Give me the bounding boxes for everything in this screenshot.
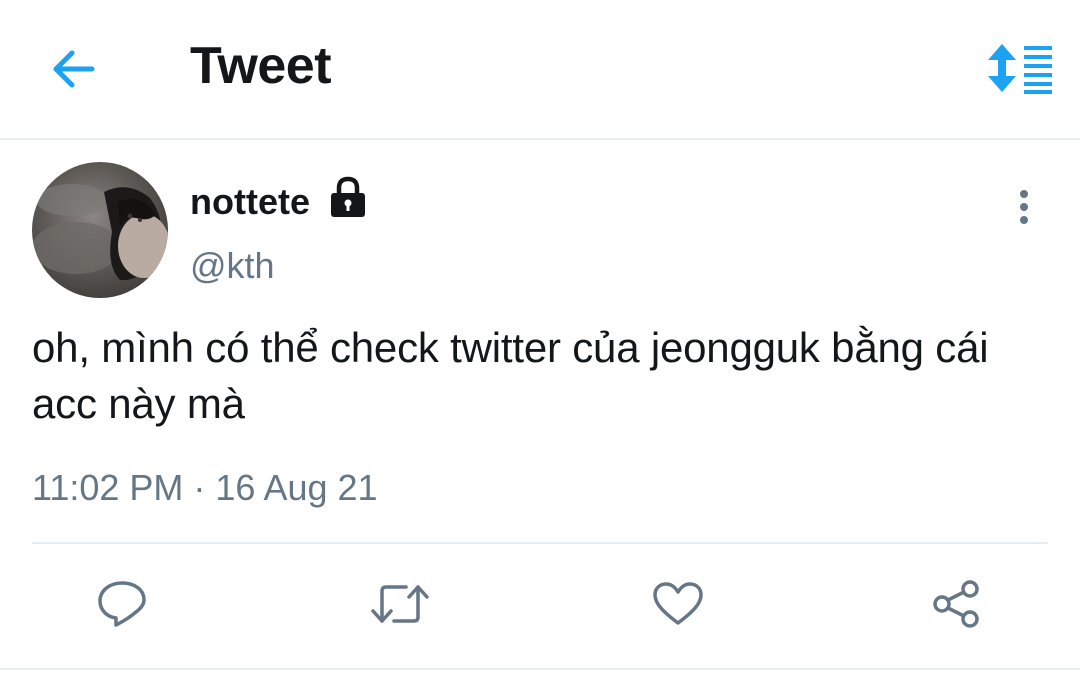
retweet-icon (371, 585, 429, 623)
retweet-button[interactable] (370, 574, 430, 634)
top-bar: Tweet (0, 0, 1080, 140)
username-handle[interactable]: @kth (190, 244, 275, 288)
share-icon (933, 580, 979, 628)
sort-lines-icon (988, 44, 1052, 94)
avatar[interactable] (32, 162, 168, 298)
page-title: Tweet (190, 37, 332, 95)
reply-icon (98, 581, 146, 627)
share-button[interactable] (926, 574, 986, 634)
arrow-left-icon (53, 50, 95, 88)
like-button[interactable] (648, 574, 708, 634)
divider (32, 542, 1048, 544)
reply-button[interactable] (92, 574, 152, 634)
avatar-photo (32, 184, 168, 281)
more-vertical-icon (1020, 190, 1028, 224)
heart-icon (653, 582, 703, 625)
tweet-timestamp: 11:02 PM · 16 Aug 21 (32, 467, 378, 508)
sort-button[interactable] (984, 38, 1056, 98)
tweet-detail: nottete @kth oh, mình có thể check twitt… (0, 142, 1080, 685)
divider (0, 668, 1080, 670)
back-button[interactable] (44, 40, 102, 98)
more-options-button[interactable] (1004, 182, 1044, 232)
tweet-text: oh, mình có thể check twitter của jeongg… (32, 324, 989, 427)
lock-icon (331, 176, 365, 217)
display-name[interactable]: nottete (190, 180, 310, 224)
